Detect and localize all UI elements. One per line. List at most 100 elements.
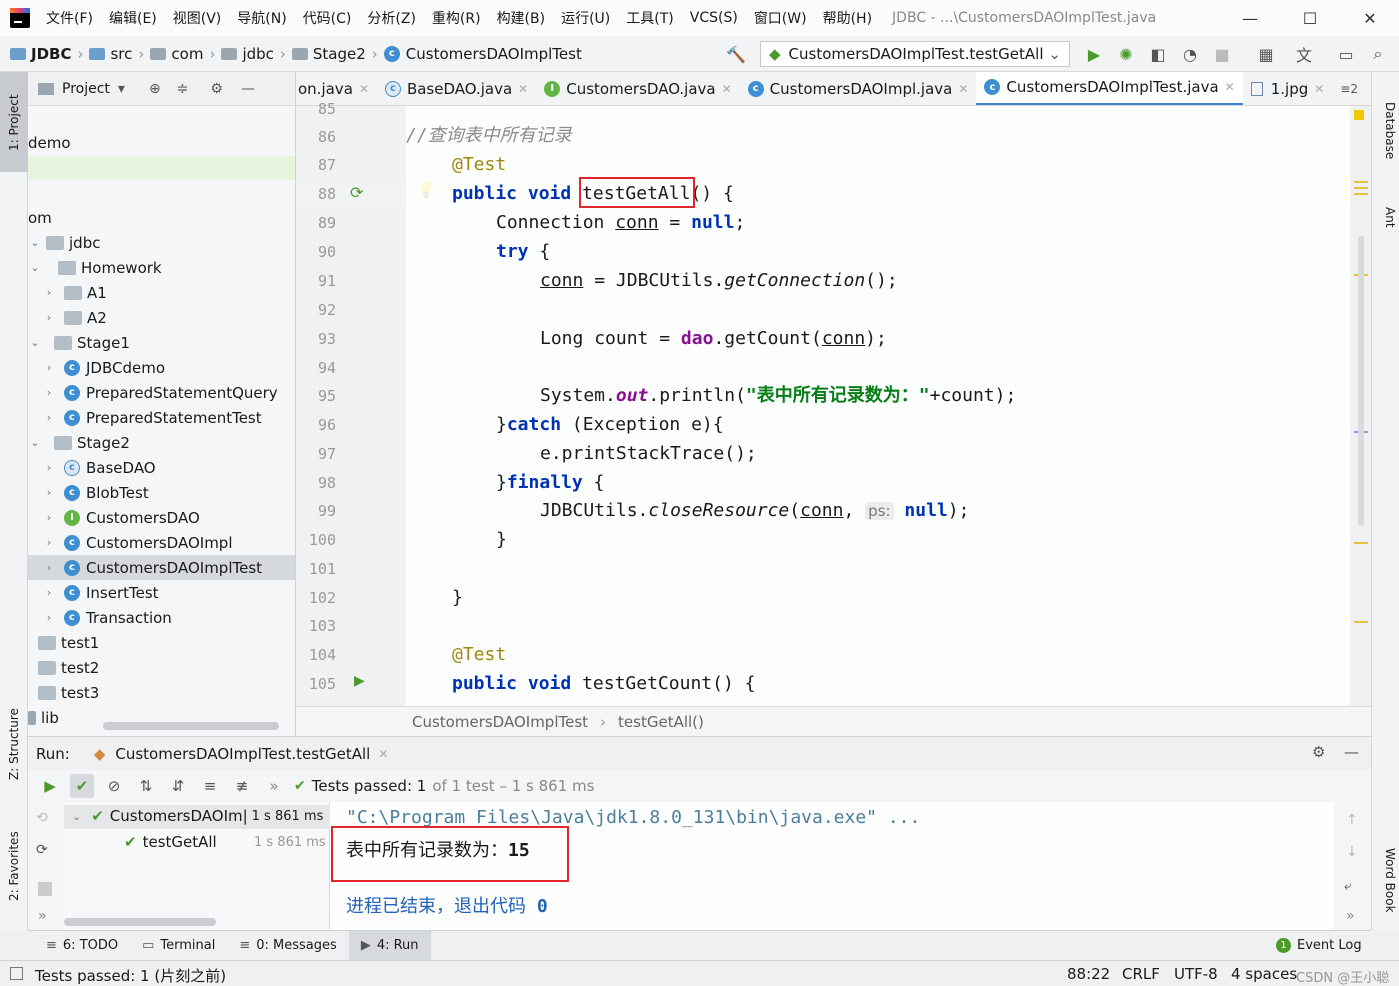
rerun-icon[interactable]: ▶ xyxy=(38,774,62,798)
menu-navigate[interactable]: 导航(N) xyxy=(237,8,286,28)
more-icon[interactable]: » xyxy=(262,774,286,798)
chevron-down-icon[interactable]: ▾ xyxy=(118,81,125,97)
menu-build[interactable]: 构建(B) xyxy=(497,8,546,28)
menu-vcs[interactable]: VCS(S) xyxy=(690,10,738,26)
coverage-icon[interactable]: ◧ xyxy=(1148,44,1168,64)
translate-icon[interactable]: 文 xyxy=(1294,44,1314,65)
breadcrumb-stage2[interactable]: Stage2 › xyxy=(291,45,378,63)
menu-tools[interactable]: 工具(T) xyxy=(626,8,673,28)
vertical-scrollbar[interactable] xyxy=(1358,236,1364,526)
tab-basedao[interactable]: c BaseDAO.java ✕ xyxy=(377,72,536,105)
locate-icon[interactable]: ⊕ xyxy=(149,81,161,97)
gear-icon[interactable]: ⚙ xyxy=(210,81,223,97)
tool-tab-ant[interactable]: Ant xyxy=(1375,207,1397,257)
breadcrumb-jdbc[interactable]: JDBC › xyxy=(10,45,83,63)
tree-item-com[interactable]: om xyxy=(28,205,295,230)
horizontal-scrollbar[interactable] xyxy=(103,722,279,730)
tool-tab-messages[interactable]: ≡ 0: Messages xyxy=(227,931,348,961)
show-ignored-icon[interactable]: ⊘ xyxy=(102,774,126,798)
tool-tab-wordbook[interactable]: Word Book xyxy=(1375,848,1397,928)
tree-item-test2[interactable]: test2 xyxy=(28,655,295,680)
inspection-status-icon[interactable] xyxy=(1354,110,1364,120)
tree-item-stage1[interactable]: ⌄ Stage1 xyxy=(28,330,295,355)
test-suite-row[interactable]: ⌄ ✔ CustomersDAOIm| 1 s 861 ms xyxy=(72,807,323,825)
more-icon[interactable]: » xyxy=(38,908,47,924)
horizontal-scrollbar[interactable] xyxy=(64,918,216,926)
tree-item-a1[interactable]: › A1 xyxy=(28,280,295,305)
run-configuration-dropdown[interactable]: ◆ CustomersDAOImplTest.testGetAll ⌄ xyxy=(760,41,1070,67)
tree-item-stage2[interactable]: ⌄ Stage2 xyxy=(28,430,295,455)
tree-item-demo[interactable]: demo xyxy=(28,130,295,155)
show-passed-icon[interactable]: ✔ xyxy=(70,774,94,798)
tab-1-jpg[interactable]: 1.jpg ✕ xyxy=(1243,72,1333,105)
tree-item-homework[interactable]: ⌄ Homework xyxy=(28,255,295,280)
menu-run[interactable]: 运行(U) xyxy=(561,8,610,28)
line-separator[interactable]: CRLF xyxy=(1122,965,1160,983)
tool-tab-run[interactable]: ▶ 4: Run xyxy=(348,930,431,961)
close-icon[interactable]: ✕ xyxy=(958,82,968,96)
menu-analyze[interactable]: 分析(Z) xyxy=(367,8,416,28)
tree-item-test1[interactable]: test1 xyxy=(28,630,295,655)
hide-icon[interactable]: — xyxy=(1344,743,1359,761)
tree-item-jdbcdemo[interactable]: › c JDBCdemo xyxy=(28,355,295,380)
event-log-button[interactable]: 1 Event Log xyxy=(1276,938,1362,953)
tool-tab-project[interactable]: 1: Project xyxy=(2,78,26,168)
menu-edit[interactable]: 编辑(E) xyxy=(109,8,157,28)
tab-overflow[interactable]: ≡2 xyxy=(1332,72,1366,105)
close-icon[interactable]: ✕ xyxy=(359,82,369,96)
run-test-gutter-icon[interactable]: ⟳ xyxy=(350,183,363,202)
breadcrumb-method[interactable]: testGetAll() xyxy=(618,713,704,731)
tree-item-blobtest[interactable]: › c BlobTest xyxy=(28,480,295,505)
stop-icon[interactable]: ■ xyxy=(1212,44,1232,64)
tool-tab-structure[interactable]: Z: Structure xyxy=(2,694,26,794)
more-icon[interactable]: » xyxy=(1346,908,1355,924)
tree-item-customersdaoimpl[interactable]: › c CustomersDAOImpl xyxy=(28,530,295,555)
tool-tab-database[interactable]: Database xyxy=(1375,102,1397,182)
collapse-all-icon[interactable]: ≢ xyxy=(230,774,254,798)
run-gutter-icon[interactable]: ▶ xyxy=(354,673,365,689)
test-case-row[interactable]: ✔ testGetAll xyxy=(124,833,217,851)
breadcrumb-class[interactable]: CustomersDAOImplTest xyxy=(412,713,588,731)
tree-item-a2[interactable]: › A2 xyxy=(28,305,295,330)
project-panel-title[interactable]: Project xyxy=(62,81,110,97)
tree-item-preparedstatementtest[interactable]: › c PreparedStatementTest xyxy=(28,405,295,430)
tree-item-basedao[interactable]: › c BaseDAO xyxy=(28,455,295,480)
import-tests-icon[interactable] xyxy=(38,882,52,896)
presentation-icon[interactable]: ▭ xyxy=(1336,44,1356,64)
tab-customersdaoimpltest[interactable]: c CustomersDAOImplTest.java ✕ xyxy=(976,72,1243,105)
tree-item-customersdao[interactable]: › I CustomersDAO xyxy=(28,505,295,530)
menu-view[interactable]: 视图(V) xyxy=(173,8,222,28)
code-editor[interactable]: //查询表中所有记录 @Test public void testGetAll(… xyxy=(406,106,1350,706)
close-window-button[interactable]: ✕ xyxy=(1347,0,1393,36)
rerun-failed-icon[interactable]: ⟲ xyxy=(36,810,48,826)
sort-alpha-icon[interactable]: ⇅ xyxy=(134,774,158,798)
close-icon[interactable]: ✕ xyxy=(378,747,388,761)
debug-icon[interactable]: ✺ xyxy=(1116,44,1136,64)
build-hammer-icon[interactable]: 🔨 xyxy=(726,44,746,64)
tree-item-test3[interactable]: test3 xyxy=(28,680,295,705)
expand-all-icon[interactable]: ≡ xyxy=(198,774,222,798)
tree-item-jdbc[interactable]: ⌄ jdbc xyxy=(28,230,295,255)
arrow-down-icon[interactable]: ↓ xyxy=(1346,844,1358,860)
breadcrumb-com[interactable]: com › xyxy=(150,45,215,63)
menu-help[interactable]: 帮助(H) xyxy=(823,8,872,28)
tree-item-customersdaoimpltest[interactable]: › c CustomersDAOImplTest xyxy=(28,555,295,580)
tree-item-inserttest[interactable]: › c InsertTest xyxy=(28,580,295,605)
search-icon[interactable]: ⌕ xyxy=(1368,44,1388,64)
tool-tab-todo[interactable]: ≡ 6: TODO xyxy=(34,931,130,961)
toggle-tool-windows-icon[interactable] xyxy=(10,967,23,980)
maximize-button[interactable]: ☐ xyxy=(1287,0,1333,36)
menu-window[interactable]: 窗口(W) xyxy=(754,8,807,28)
indent-setting[interactable]: 4 spaces xyxy=(1231,965,1297,983)
close-icon[interactable]: ✕ xyxy=(1225,80,1235,94)
run-icon[interactable]: ▶ xyxy=(1084,44,1104,64)
menu-file[interactable]: 文件(F) xyxy=(46,8,93,28)
tab-customersdaoimpl[interactable]: c CustomersDAOImpl.java ✕ xyxy=(740,72,977,105)
tab-customersdao[interactable]: I CustomersDAO.java ✕ xyxy=(536,72,739,105)
menu-code[interactable]: 代码(C) xyxy=(303,8,352,28)
run-config-tab[interactable]: ◆ CustomersDAOImplTest.testGetAll ✕ xyxy=(94,745,389,763)
close-icon[interactable]: ✕ xyxy=(722,82,732,96)
hide-icon[interactable]: — xyxy=(241,81,255,97)
caret-position[interactable]: 88:22 xyxy=(1067,965,1110,983)
breadcrumb-src[interactable]: src › xyxy=(89,45,144,63)
